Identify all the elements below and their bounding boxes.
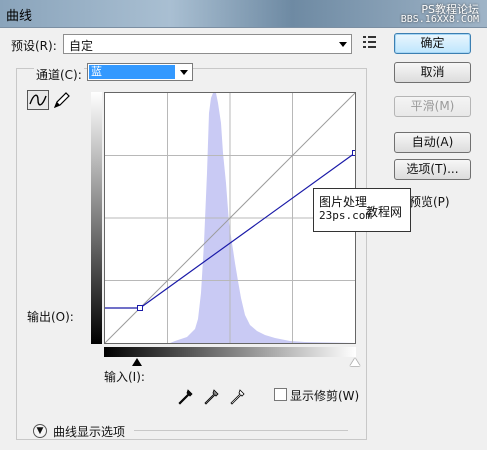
preset-select[interactable]: 自定 <box>63 34 352 54</box>
watermark-text-3: 教程网 <box>366 205 403 219</box>
auto-button[interactable]: 自动(A) <box>394 132 471 153</box>
black-eyedropper-button[interactable] <box>178 388 194 406</box>
gray-eyedropper-button[interactable] <box>204 388 220 406</box>
gray-eyedropper-icon <box>204 389 219 405</box>
expand-options-icon[interactable]: ▼ <box>33 424 47 438</box>
white-eyedropper-button[interactable] <box>230 388 246 406</box>
curve-icon <box>29 94 47 106</box>
pencil-tool[interactable] <box>52 90 74 110</box>
watermark-text-1: 图片处理 <box>319 195 368 209</box>
ok-button[interactable]: 确定 <box>394 33 471 54</box>
curve-control-point[interactable] <box>352 150 358 156</box>
watermark-site-url: BBS.16XX8.COM <box>400 14 479 25</box>
white-eyedropper-icon <box>230 389 245 405</box>
output-gradient-bar <box>91 92 102 344</box>
watermark-overlay: 图片处理 23ps.com 教程网 <box>313 188 411 232</box>
channel-value: 蓝 <box>89 65 175 79</box>
options-button[interactable]: 选项(T)... <box>394 159 471 180</box>
smooth-button[interactable]: 平滑(M) <box>394 96 471 117</box>
input-label: 输入(I): <box>104 370 145 384</box>
output-label: 输出(O): <box>27 310 74 324</box>
curve-display-options-label[interactable]: 曲线显示选项 <box>53 423 125 440</box>
curve-control-point[interactable] <box>137 305 143 311</box>
channel-select[interactable]: 蓝 <box>87 63 193 81</box>
input-gradient-bar <box>104 347 356 357</box>
preset-value: 自定 <box>69 39 94 53</box>
window-title: 曲线 <box>6 9 33 24</box>
options-divider <box>134 430 348 431</box>
preview-label: 预览(P) <box>409 195 450 209</box>
title-bar: 曲线 PS教程论坛 BBS.16XX8.COM <box>0 0 487 28</box>
preset-options-icon[interactable] <box>363 36 376 48</box>
show-clipping-checkbox[interactable] <box>274 388 287 401</box>
curve-point-tool[interactable] <box>27 90 49 110</box>
preset-label: 预设(R): <box>11 39 57 53</box>
pencil-icon <box>53 92 70 109</box>
white-point-slider[interactable] <box>350 358 360 366</box>
black-point-slider[interactable] <box>132 358 142 366</box>
cancel-button[interactable]: 取消 <box>394 62 471 83</box>
channel-label: 通道(C): <box>34 66 84 83</box>
watermark-text-2: 23ps.com <box>319 209 372 222</box>
chevron-down-icon <box>180 70 188 75</box>
black-eyedropper-icon <box>178 389 193 405</box>
show-clipping-label: 显示修剪(W) <box>290 389 360 403</box>
chevron-down-icon <box>339 42 347 47</box>
